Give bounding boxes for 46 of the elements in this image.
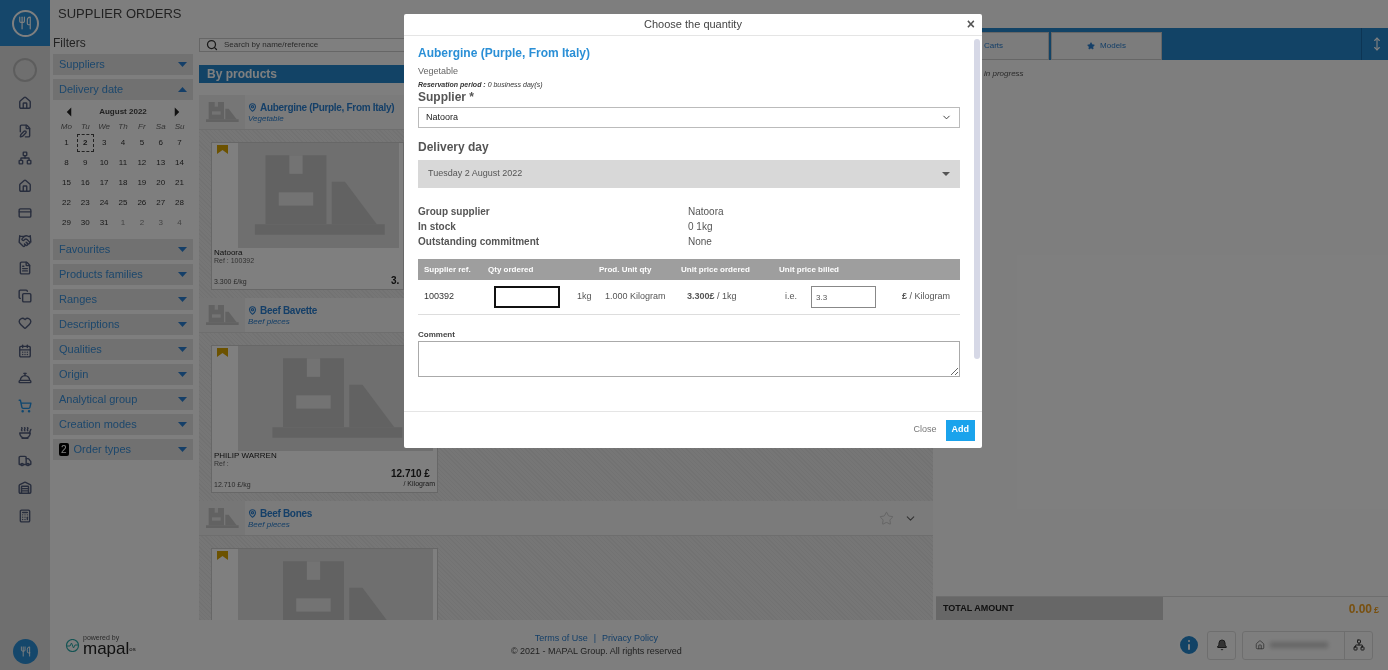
info-label: Group supplier xyxy=(418,205,491,219)
dialog-title: Choose the quantity xyxy=(644,17,742,33)
calendar-month: August 2022 xyxy=(99,106,147,118)
offer-price: 3. xyxy=(391,275,401,286)
product-family: Vegetable xyxy=(248,114,284,123)
comment-label: Comment xyxy=(418,329,455,341)
table-cell-text: i.e. xyxy=(785,290,798,304)
supplier-name: Natoora xyxy=(214,248,244,257)
table-cell-text: 1.000 Kilogram xyxy=(605,290,667,304)
delivery-label: Delivery day xyxy=(418,140,489,154)
weekday-label: Mo xyxy=(59,121,73,133)
column-header: Unit price ordered xyxy=(681,263,751,276)
info-label: In stock xyxy=(418,220,457,234)
product-family: Beef pieces xyxy=(248,317,290,326)
table-cell: £ / Kilogram xyxy=(901,290,950,304)
table-cell-text: 100392 xyxy=(423,290,456,304)
table-cell-text: 1kg xyxy=(577,290,593,304)
copyright: © 2021 - MAPAL Group. All rights reserved xyxy=(510,645,682,658)
supplier-name: PHILIP WARREN xyxy=(214,451,278,460)
info-value: 0 1kg xyxy=(688,220,713,234)
column-header: Prod. Unit qty xyxy=(599,263,653,276)
page-title: SUPPLIER ORDERS xyxy=(58,5,182,24)
cart-status: in progress xyxy=(984,68,1025,80)
filters-title: Filters xyxy=(53,36,87,50)
column-header: Unit price billed xyxy=(779,263,840,276)
weekday-label: Su xyxy=(173,121,186,133)
count-badge: 2 xyxy=(59,443,69,456)
column-header: Qty ordered xyxy=(488,263,535,276)
info-value: None xyxy=(688,235,712,249)
section-title: By products xyxy=(207,66,277,83)
total-amount: 0.00 £ xyxy=(1348,600,1379,618)
column-header: Supplier ref. xyxy=(423,263,472,276)
weekday-label: Fr xyxy=(137,121,147,133)
info-label: Outstanding commitment xyxy=(418,235,541,249)
offer-price: 12.710 £ xyxy=(391,467,431,479)
weekday-label: We xyxy=(97,121,112,133)
info-value: Natoora xyxy=(688,205,724,219)
weekday-label: Sa xyxy=(154,121,167,133)
supplier-label: Supplier * xyxy=(418,90,474,104)
link-separator: | xyxy=(593,631,596,645)
table-cell-text: 3.300£ / 1kg xyxy=(687,290,738,304)
product-family: Beef pieces xyxy=(248,520,290,529)
total-label: TOTAL AMOUNT xyxy=(943,601,1014,615)
product-family: Vegetable xyxy=(418,65,459,78)
weekday-label: Tu xyxy=(79,121,91,133)
weekday-label: Th xyxy=(117,121,129,133)
